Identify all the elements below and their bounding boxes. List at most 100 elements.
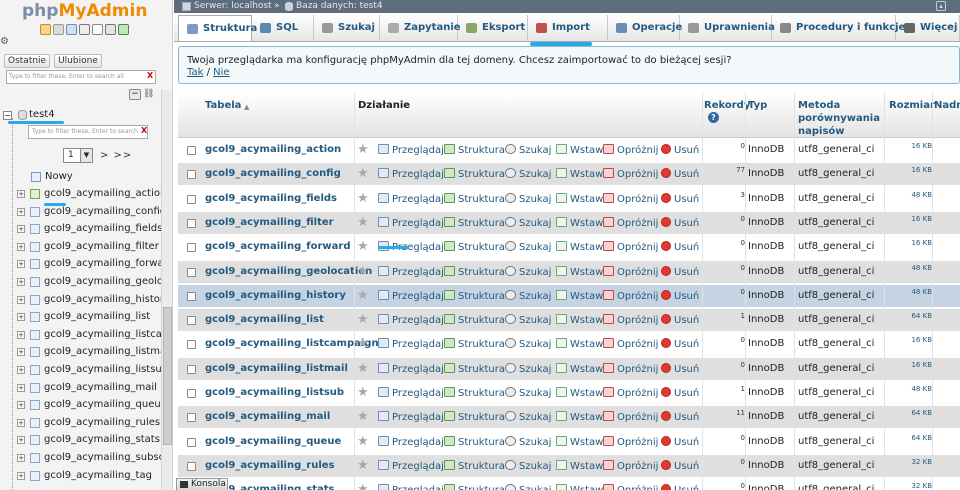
- search-action[interactable]: Szukaj: [505, 484, 551, 490]
- structure-action[interactable]: Struktura: [444, 192, 505, 205]
- table-name-link[interactable]: gcol9_acymailing_forward: [205, 241, 351, 252]
- nav-table-item[interactable]: + gcol9_acymailing_list: [0, 309, 172, 326]
- table-size[interactable]: 16 KB: [892, 239, 932, 247]
- nav-table-label[interactable]: gcol9_acymailing_fields: [44, 223, 162, 234]
- favorite-star-icon[interactable]: ★: [357, 435, 369, 448]
- table-name-link[interactable]: gcol9_acymailing_list: [205, 314, 324, 325]
- nav-table-label[interactable]: gcol9_acymailing_queue: [44, 399, 167, 410]
- notice-yes-link[interactable]: Tak: [187, 67, 203, 78]
- nav-table-label[interactable]: gcol9_acymailing_listcamp: [44, 329, 172, 340]
- insert-action[interactable]: Wstaw: [556, 265, 603, 278]
- favorite-star-icon[interactable]: ★: [357, 362, 369, 375]
- settings-icon[interactable]: [105, 24, 116, 35]
- search-action[interactable]: Szukaj: [505, 411, 551, 423]
- row-checkbox[interactable]: [187, 267, 196, 277]
- database-name[interactable]: test4: [29, 109, 55, 120]
- database-filter-input[interactable]: Type to filter these, Enter to search: [28, 125, 148, 139]
- table-row[interactable]: gcol9_acymailing_listmail ★ Przeglądaj Stru…: [178, 357, 960, 381]
- empty-action[interactable]: Opróżnij: [603, 216, 658, 229]
- header-size[interactable]: Rozmiar: [889, 99, 935, 112]
- empty-action[interactable]: Opróżnij: [603, 144, 658, 156]
- row-checkbox[interactable]: [187, 194, 196, 204]
- nav-table-item[interactable]: + gcol9_acymailing_history: [0, 292, 172, 309]
- tab-operations[interactable]: Operacje: [608, 15, 682, 41]
- favorite-star-icon[interactable]: ★: [357, 313, 369, 326]
- browse-action[interactable]: Przeglądaj: [378, 289, 444, 302]
- favorite-star-icon[interactable]: ★: [357, 459, 369, 472]
- drop-action[interactable]: Usuń: [661, 216, 699, 229]
- row-checkbox[interactable]: [187, 413, 196, 423]
- empty-action[interactable]: Opróżnij: [603, 387, 658, 399]
- empty-action[interactable]: Opróżnij: [603, 265, 658, 278]
- table-size[interactable]: 16 KB: [892, 361, 932, 369]
- insert-action[interactable]: Wstaw: [556, 387, 603, 399]
- table-size[interactable]: 64 KB: [892, 434, 932, 442]
- table-row[interactable]: gcol9_acymailing_list ★ Przeglądaj Struktur…: [178, 309, 960, 333]
- tab-privileges[interactable]: Uprawnienia: [680, 15, 775, 41]
- tab-more[interactable]: Więcej: [896, 15, 960, 41]
- expand-icon[interactable]: +: [17, 225, 25, 234]
- database-collapse-toggle[interactable]: −: [3, 111, 12, 120]
- expand-icon[interactable]: +: [17, 418, 25, 427]
- favorite-star-icon[interactable]: ★: [357, 386, 369, 399]
- row-checkbox[interactable]: [187, 243, 196, 253]
- clear-filter-icon[interactable]: X: [147, 71, 153, 80]
- table-name-link[interactable]: gcol9_acymailing_config: [205, 168, 341, 179]
- expand-icon[interactable]: +: [17, 330, 25, 339]
- nav-table-label[interactable]: gcol9_acymailing_mail: [44, 382, 157, 393]
- expand-icon[interactable]: +: [17, 313, 25, 322]
- scrollbar-thumb[interactable]: [163, 307, 172, 445]
- nav-table-label[interactable]: gcol9_acymailing_history: [44, 294, 170, 305]
- browse-action[interactable]: Przeglądaj: [378, 484, 444, 490]
- structure-action[interactable]: Struktura: [444, 241, 505, 253]
- help-icon[interactable]: [79, 24, 90, 35]
- expand-icon[interactable]: +: [17, 242, 25, 251]
- insert-action[interactable]: Wstaw: [556, 435, 603, 448]
- expand-icon[interactable]: +: [17, 207, 25, 216]
- table-name-link[interactable]: gcol9_acymailing_history: [205, 290, 346, 301]
- insert-action[interactable]: Wstaw: [556, 362, 603, 375]
- structure-action[interactable]: Struktura: [444, 314, 505, 326]
- expand-icon[interactable]: +: [17, 190, 25, 198]
- table-row[interactable]: gcol9_acymailing_geolocation ★ Przeglądaj S…: [178, 260, 960, 284]
- browse-action[interactable]: Przeglądaj: [378, 459, 444, 472]
- nav-table-item[interactable]: + gcol9_acymailing_forward: [0, 256, 172, 273]
- drop-action[interactable]: Usuń: [661, 144, 699, 156]
- expand-icon[interactable]: +: [17, 260, 25, 269]
- browse-action[interactable]: Przeglądaj: [378, 265, 444, 278]
- structure-action[interactable]: Struktura: [444, 289, 505, 302]
- nav-table-item[interactable]: + gcol9_acymailing_listmail: [0, 344, 172, 361]
- expand-icon[interactable]: +: [17, 295, 25, 304]
- search-action[interactable]: Szukaj: [505, 459, 551, 472]
- table-name-link[interactable]: gcol9_acymailing_mail: [205, 411, 330, 422]
- structure-action[interactable]: Struktura: [444, 387, 505, 399]
- tab-structure[interactable]: Struktura: [178, 15, 257, 41]
- table-row[interactable]: gcol9_acymailing_action ★ Przeglądaj Strukt…: [178, 139, 960, 162]
- search-action[interactable]: Szukaj: [505, 435, 551, 448]
- browse-action[interactable]: Przeglądaj: [378, 387, 444, 399]
- table-size[interactable]: 16 KB: [892, 166, 932, 174]
- link-icon[interactable]: ⛓: [143, 89, 155, 100]
- nav-table-item[interactable]: + gcol9_acymailing_listcamp: [0, 327, 172, 344]
- row-checkbox[interactable]: [187, 170, 196, 180]
- table-row[interactable]: gcol9_acymailing_filter ★ Przeglądaj Strukt…: [178, 211, 960, 235]
- navigation-scrollbar[interactable]: [161, 90, 172, 490]
- favorite-star-icon[interactable]: ★: [357, 143, 369, 156]
- nav-table-item[interactable]: + gcol9_acymailing_action: [0, 186, 172, 203]
- search-action[interactable]: Szukaj: [505, 265, 551, 278]
- nav-table-item[interactable]: + gcol9_acymailing_filter: [0, 239, 172, 256]
- favorite-star-icon[interactable]: ★: [357, 265, 369, 278]
- empty-action[interactable]: Opróżnij: [603, 338, 658, 350]
- table-name-link[interactable]: gcol9_acymailing_fields: [205, 193, 337, 204]
- search-action[interactable]: Szukaj: [505, 387, 551, 399]
- search-action[interactable]: Szukaj: [505, 144, 551, 156]
- next-page-link[interactable]: > >>: [100, 150, 132, 161]
- table-row[interactable]: gcol9_acymailing_listcampaign ★ Przeglądaj…: [178, 333, 960, 357]
- nav-table-item[interactable]: + gcol9_acymailing_config: [0, 204, 172, 221]
- table-size[interactable]: 48 KB: [892, 191, 932, 199]
- phpmyadmin-logo[interactable]: phpMyAdmin: [22, 0, 147, 22]
- search-action[interactable]: Szukaj: [505, 241, 551, 253]
- row-checkbox[interactable]: [187, 146, 196, 155]
- expand-icon[interactable]: +: [17, 471, 25, 480]
- empty-action[interactable]: Opróżnij: [603, 362, 658, 375]
